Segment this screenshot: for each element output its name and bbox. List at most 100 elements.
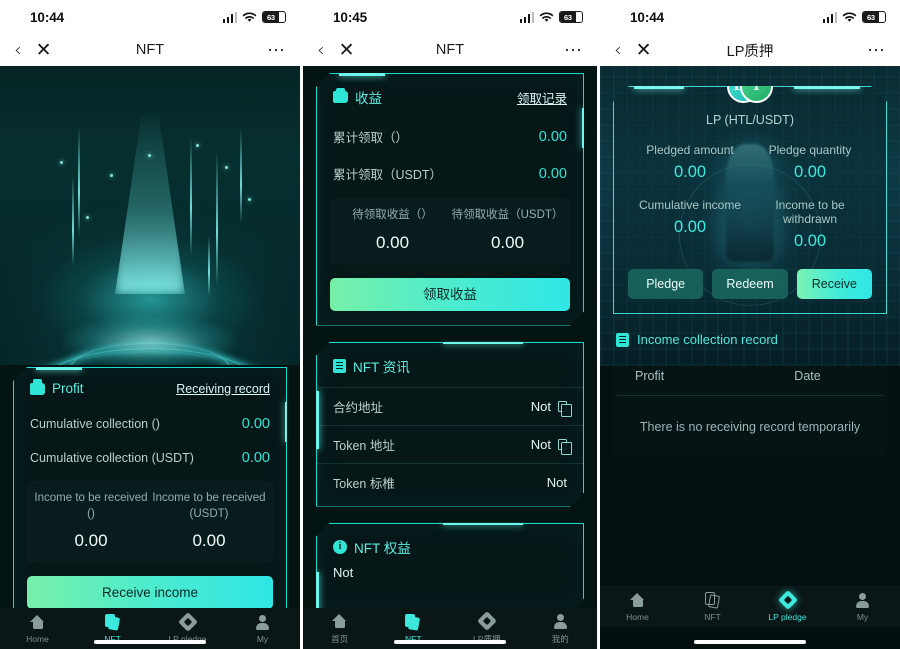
lp-stat-value: 0.00 [793, 163, 827, 181]
spark-dot [225, 166, 228, 169]
battery-icon: 63 [262, 10, 286, 24]
status-indicators: 63 [222, 0, 286, 34]
wallet-icon [30, 383, 45, 395]
tab-label: My [856, 611, 869, 622]
status-bar: 10:44 63 [0, 0, 300, 34]
income-record-header: Income collection record [600, 314, 900, 355]
light-streak [190, 136, 192, 256]
lp-diamond-icon [177, 612, 198, 632]
nft-rights-title: NFT 权益 [354, 540, 411, 556]
profit-title: 收益 [355, 91, 382, 106]
lp-stat-value: 0.00 [673, 163, 707, 181]
status-time: 10:44 [30, 9, 65, 25]
signal-bars-icon [822, 11, 837, 23]
receiving-record-link[interactable]: Receiving record [176, 382, 270, 396]
wifi-icon [842, 12, 857, 23]
copy-icon[interactable] [558, 439, 567, 450]
nav-bar: ‹ ✕ NFT ⋯ [303, 34, 597, 66]
table-header-row: Profit Date [617, 369, 883, 396]
app-content: Profit Receiving record Cumulative colle… [0, 66, 300, 649]
portal-beam [115, 114, 185, 294]
spark-dot [148, 154, 151, 157]
income-record-title: Income collection record [637, 332, 778, 347]
info-icon: i [333, 540, 347, 554]
info-row-value: Not [530, 436, 551, 452]
pending-income-value: 0.00 [375, 232, 410, 252]
status-time: 10:44 [630, 9, 665, 25]
tab-label: 我的 [551, 633, 569, 644]
light-streak [240, 128, 242, 223]
profit-title: Profit [52, 381, 84, 396]
pledge-button[interactable]: Pledge [628, 269, 703, 299]
screen-footer-area [600, 627, 900, 649]
profit-row-value: 0.00 [538, 128, 567, 145]
profit-row-label: Cumulative collection () [30, 417, 160, 431]
profit-row-label: 累计领取（） [333, 131, 409, 145]
tab-label: Home [626, 611, 649, 622]
bottom-tab-bar: Home NFT LP pledge My [600, 586, 900, 627]
pending-income-label: Income to be received () [34, 492, 148, 520]
spark-dot [86, 216, 89, 219]
tab-home[interactable]: Home [600, 592, 675, 622]
pending-income-item: 待领取收益（） 0.00 [335, 208, 450, 253]
pending-income-value: 0.00 [74, 531, 108, 551]
home-indicator [94, 639, 206, 644]
spark-dot [110, 174, 113, 177]
lp-stat: Income to be withdrawn 0.00 [750, 198, 870, 251]
info-row-contract-address: 合约地址 Not [317, 387, 583, 425]
receive-income-button[interactable]: Receive income [27, 576, 273, 609]
tab-home[interactable]: Home [0, 614, 75, 644]
phone-screen-nft-chinese: 10:45 63 ‹ ✕ NFT ⋯ 收益 领取记录 累计领取（） 0.00 累… [300, 0, 600, 649]
page-title: LP质押 [726, 43, 774, 60]
nav-bar: ‹ ✕ LP质押 ⋯ [600, 34, 900, 66]
profit-row: Cumulative collection (USDT) 0.00 [14, 441, 286, 475]
nav-bar: ‹ ✕ NFT ⋯ [0, 34, 300, 66]
claim-income-button[interactable]: 领取收益 [330, 278, 570, 311]
tab-home[interactable]: 首页 [303, 613, 377, 645]
nft-cards-icon [405, 614, 421, 631]
spark-dot [60, 161, 63, 164]
tab-label: 首页 [331, 633, 349, 644]
light-streak [216, 151, 218, 286]
empty-state-text: There is no receiving record temporarily [639, 420, 861, 434]
pending-income-label: Income to be received (USDT) [152, 492, 266, 520]
lp-diamond-icon [777, 590, 798, 610]
profit-card: 收益 领取记录 累计领取（） 0.00 累计领取（USDT） 0.00 待领取收… [316, 73, 584, 326]
tab-my[interactable]: My [225, 614, 300, 644]
info-row-label: 合约地址 [333, 400, 384, 415]
more-dots-icon[interactable]: ⋯ [867, 41, 886, 59]
profit-row: 累计领取（USDT） 0.00 [317, 155, 583, 192]
tab-my[interactable]: My [825, 592, 900, 622]
signal-bars-icon [222, 11, 237, 23]
lp-pair-name: LP (HTL/USDT) [706, 113, 794, 127]
redeem-button[interactable]: Redeem [712, 269, 787, 299]
status-bar: 10:45 63 [303, 0, 597, 34]
lp-stake-card: LP T LP (HTL/USDT) Pledged amount 0.00 P… [613, 86, 887, 314]
profit-row-value: 0.00 [241, 416, 270, 432]
more-dots-icon[interactable]: ⋯ [564, 41, 583, 59]
profit-row-value: 0.00 [538, 165, 567, 182]
tab-my[interactable]: 我的 [524, 613, 598, 645]
wifi-icon [242, 12, 257, 23]
nft-cards-icon [104, 614, 121, 631]
lp-stat: Pledge quantity 0.00 [750, 143, 870, 182]
profit-row-label: 累计领取（USDT） [333, 168, 443, 182]
lp-stat-value: 0.00 [673, 218, 707, 236]
copy-icon[interactable] [558, 401, 567, 412]
battery-percent: 63 [266, 12, 275, 22]
nft-info-title-group: NFT 资讯 [333, 356, 410, 376]
page-title: NFT [435, 42, 465, 58]
receive-button[interactable]: Receive [797, 269, 872, 299]
phone-screen-lp-pledge: 10:44 63 ‹ ✕ LP质押 ⋯ LP T LP (HTL/USDT) [600, 0, 900, 649]
profit-title-group: 收益 [333, 87, 382, 107]
tab-nft[interactable]: NFT [675, 592, 750, 622]
battery-icon: 63 [862, 10, 886, 24]
profit-row: Cumulative collection () 0.00 [14, 407, 286, 441]
pending-income-box: 待领取收益（） 0.00 待领取收益（USDT） 0.00 [329, 198, 571, 265]
lp-stat-label: Income to be withdrawn [775, 198, 845, 226]
page-title: NFT [135, 42, 165, 58]
more-dots-icon[interactable]: ⋯ [267, 41, 286, 59]
tab-lp-pledge[interactable]: LP pledge [750, 590, 825, 622]
receiving-record-link[interactable]: 领取记录 [517, 88, 567, 107]
light-streak [208, 236, 210, 296]
